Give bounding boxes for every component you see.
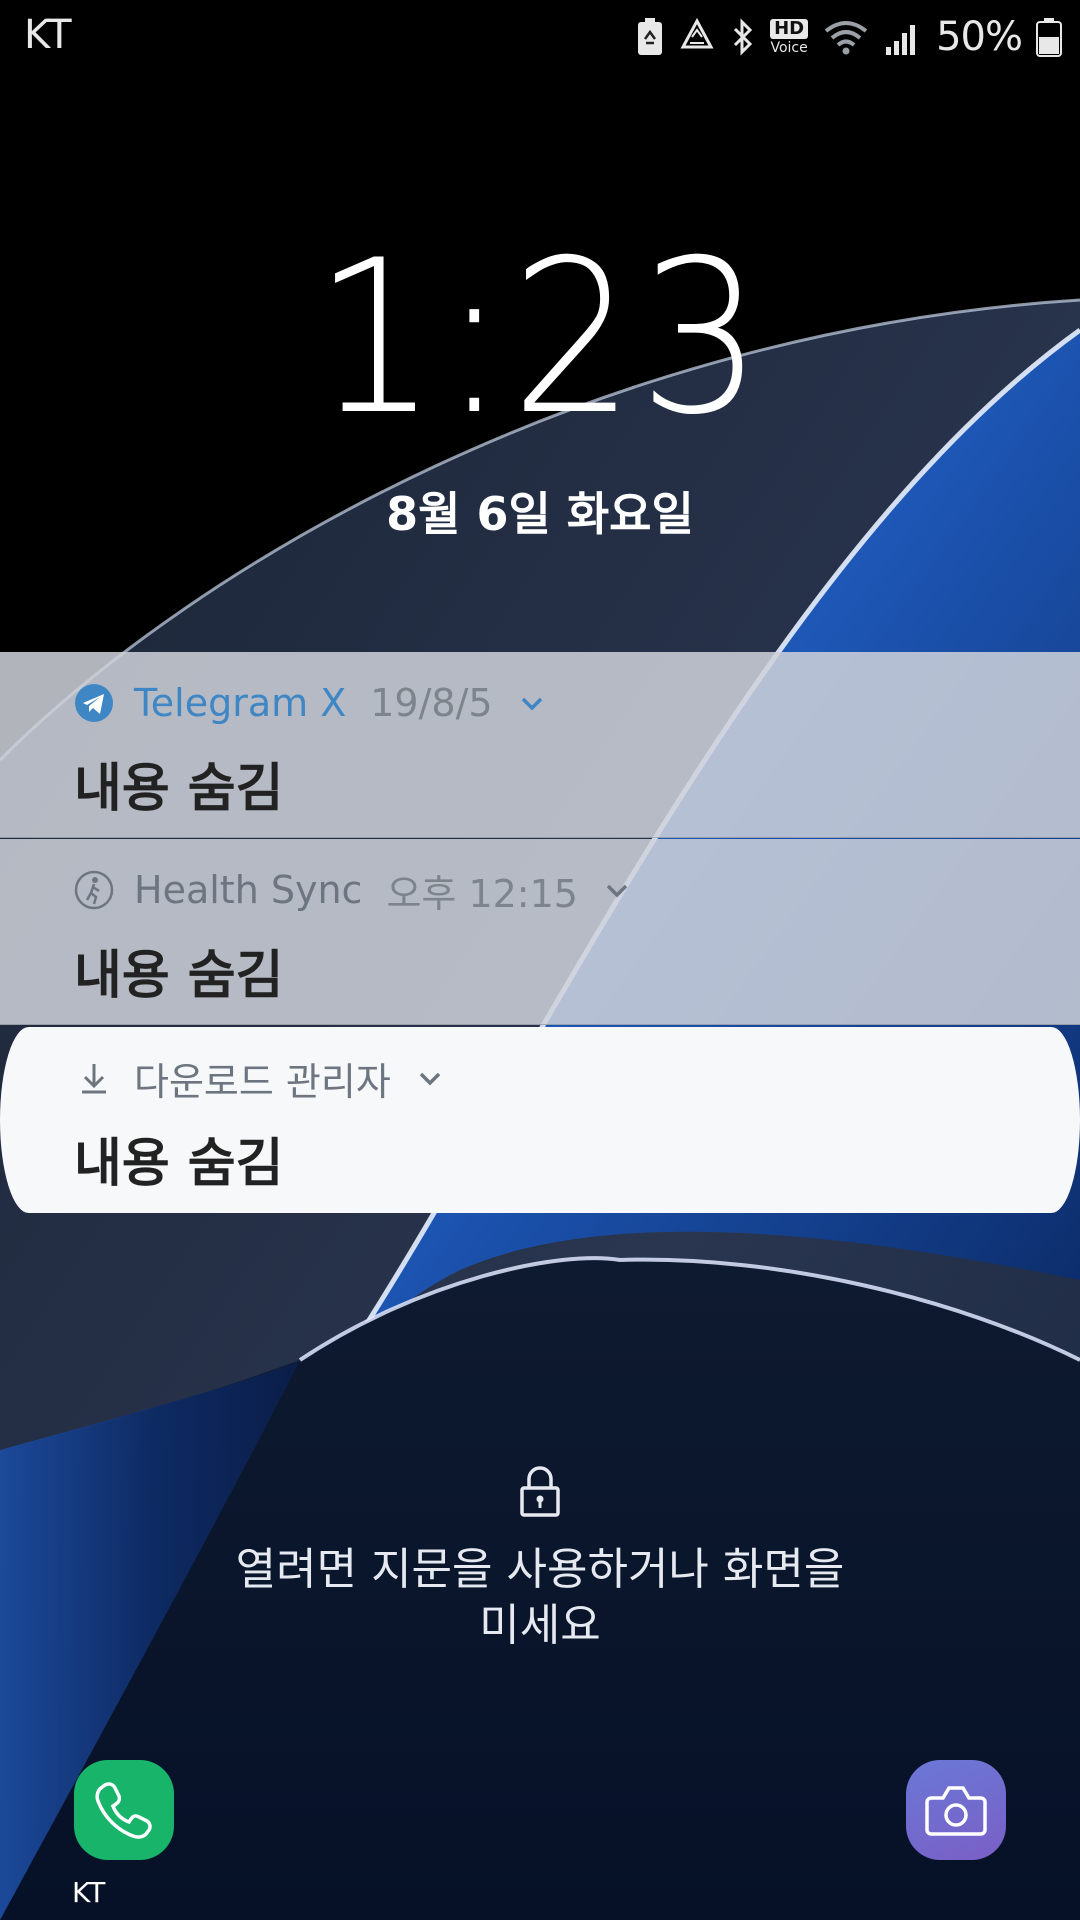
notification-header: 다운로드 관리자	[74, 1053, 445, 1104]
battery-icon	[1036, 18, 1062, 57]
recycle-icon	[680, 17, 714, 49]
notification-card[interactable]: Telegram X 19/8/5 내용 숨김	[0, 652, 1080, 838]
notification-card[interactable]: 다운로드 관리자 내용 숨김	[0, 1027, 1080, 1213]
carrier-name: KT	[24, 12, 72, 58]
phone-shortcut-button[interactable]	[74, 1760, 174, 1860]
walking-icon	[74, 870, 114, 910]
notification-header: Health Sync 오후 12:15	[74, 865, 632, 916]
unlock-hint: 열려면 지문을 사용하거나 화면을 미세요	[235, 1544, 845, 1651]
notification-app-name: Telegram X	[134, 681, 347, 725]
notification-body: 내용 숨김	[74, 1134, 284, 1194]
camera-shortcut-button[interactable]	[906, 1760, 1006, 1860]
download-icon	[82, 1064, 106, 1094]
notification-body: 내용 숨김	[74, 946, 284, 1006]
status-icons: HD Voice 50%	[636, 10, 1062, 64]
battery-percent: 50%	[936, 14, 1023, 60]
telegram-icon	[75, 684, 113, 722]
battery-saver-icon	[638, 18, 663, 55]
bluetooth-icon	[734, 18, 753, 56]
notification-header: Telegram X 19/8/5	[74, 678, 547, 728]
lock-screen[interactable]: KT HD Voice 50% 1:23 8월 6일 화요일 Telegram …	[0, 0, 1080, 1920]
wifi-icon	[824, 21, 868, 55]
camera-icon	[925, 1786, 987, 1836]
notification-time: 19/8/5	[370, 681, 493, 725]
notification-app-name: 다운로드 관리자	[134, 1059, 391, 1104]
status-bar: KT HD Voice 50%	[0, 0, 1080, 74]
voice-label: Voice	[770, 40, 808, 56]
chevron-down-icon[interactable]	[517, 688, 547, 718]
lockscreen-clock: 1:23	[313, 214, 767, 461]
signal-icon	[886, 25, 916, 55]
lockscreen-date: 8월 6일 화요일	[386, 487, 694, 541]
hd-label: HD	[770, 19, 809, 39]
chevron-down-icon[interactable]	[602, 875, 632, 905]
notification-time: 오후 12:15	[386, 871, 578, 916]
hd-voice-icon: HD Voice	[770, 19, 809, 56]
chevron-down-icon[interactable]	[415, 1063, 445, 1093]
phone-shortcut-label: KT	[72, 1876, 106, 1909]
phone-icon	[95, 1782, 152, 1839]
notification-app-name: Health Sync	[134, 868, 363, 912]
notification-card[interactable]: Health Sync 오후 12:15 내용 숨김	[0, 839, 1080, 1025]
notification-body: 내용 숨김	[74, 759, 284, 819]
lock-icon	[520, 1466, 560, 1517]
